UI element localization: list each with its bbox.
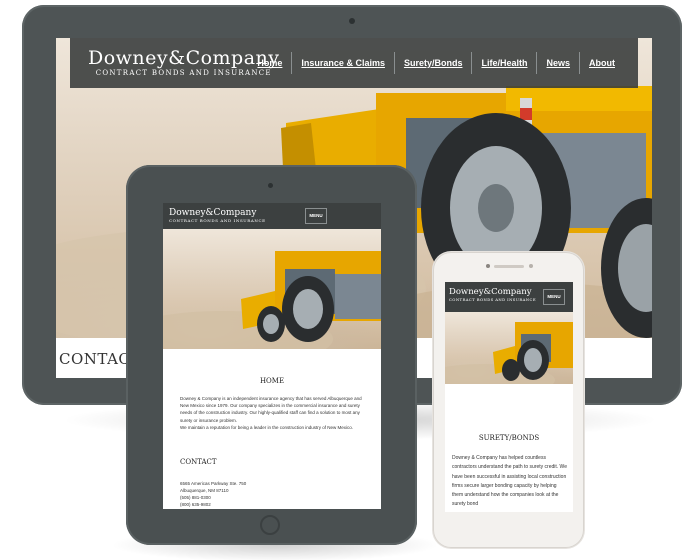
logo-tagline: Contract Bonds and Insurance — [169, 218, 266, 223]
intro-text: Downey & Company is an independent insur… — [180, 396, 362, 423]
section-paragraph: Downey & Company has helped countless co… — [452, 455, 567, 508]
nav-insurance-claims[interactable]: Insurance & Claims — [291, 52, 394, 74]
hero-image — [163, 229, 381, 349]
address-line: 6565 Americas Parkway Ste. 750 — [180, 481, 247, 486]
contact-heading: CONTACT — [180, 458, 217, 466]
loader-illustration — [163, 251, 381, 349]
home-button-icon — [260, 515, 280, 535]
camera-icon — [349, 18, 355, 24]
phone-header: Downey&Company Contract Bonds and Insura… — [445, 282, 573, 312]
intro-text-2: We maintain a reputation for being a lea… — [180, 424, 354, 430]
nav-life-health[interactable]: Life/Health — [471, 52, 536, 74]
section-heading: SURETY/BONDS — [478, 434, 540, 442]
menu-button[interactable]: MENU — [543, 289, 565, 305]
site-logo[interactable]: Downey&Company Contract Bonds and Insura… — [169, 208, 266, 223]
phone-device: Downey&Company Contract Bonds and Insura… — [433, 252, 584, 548]
speaker-icon — [494, 265, 524, 268]
phone-number[interactable]: (505) 881-0300 — [180, 494, 246, 501]
intro-paragraph: Downey & Company is an independent insur… — [180, 395, 365, 431]
logo-name: Downey&Company — [169, 208, 257, 218]
sensor-icon — [529, 264, 533, 268]
tablet-device: Downey&Company Contract Bonds and Insura… — [126, 165, 417, 545]
site-logo[interactable]: Downey&Company Contract Bonds and Insura… — [449, 287, 537, 303]
nav-home[interactable]: Home — [248, 52, 291, 74]
loader-illustration — [445, 322, 573, 384]
site-header: Downey&Company Contract Bonds and Insura… — [70, 38, 638, 88]
phone-screen: Downey&Company Contract Bonds and Insura… — [445, 282, 573, 512]
address-line: Albuquerque, NM 87110 — [180, 488, 229, 493]
camera-icon — [486, 264, 490, 268]
tablet-screen: Downey&Company Contract Bonds and Insura… — [163, 203, 381, 509]
home-heading: HOME — [259, 377, 285, 385]
main-nav: Home Insurance & Claims Surety/Bonds Lif… — [248, 38, 624, 88]
nav-surety-bonds[interactable]: Surety/Bonds — [393, 52, 472, 74]
logo-tagline: Contract Bonds and Insurance — [449, 297, 537, 302]
contact-details: 6565 Americas Parkway Ste. 750 Albuquerq… — [180, 480, 246, 508]
tablet-header: Downey&Company Contract Bonds and Insura… — [163, 203, 381, 229]
hero-image — [445, 312, 573, 384]
nav-news[interactable]: News — [536, 52, 579, 74]
camera-icon — [268, 183, 273, 188]
logo-name: Downey&Company — [449, 287, 532, 297]
nav-about[interactable]: About — [579, 52, 624, 74]
phone-number[interactable]: (800) 635-9802 — [180, 501, 246, 508]
tablet-content: HOME Downey & Company is an independent … — [163, 349, 381, 509]
menu-button[interactable]: MENU — [305, 208, 327, 224]
